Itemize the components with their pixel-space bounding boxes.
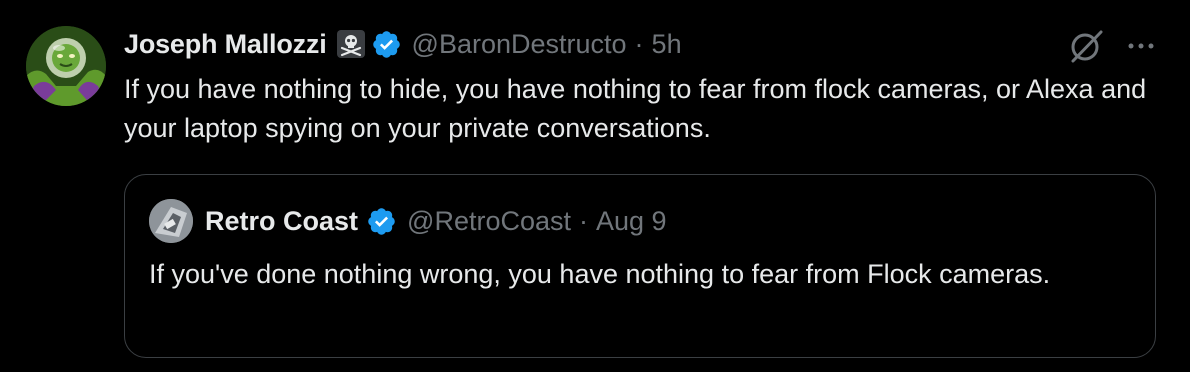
tweet-text: If you have nothing to hide, you have no… [124, 74, 1147, 143]
quoted-verified-badge-icon[interactable] [366, 206, 397, 237]
quoted-tweet-timestamp[interactable]: Aug 9 [596, 206, 667, 237]
tweet-header: Joseph Mallozzi @BaronDestructo · 5h [124, 24, 682, 64]
quoted-tweet-text: If you've done nothing wrong, you have n… [149, 259, 1051, 289]
author-handle[interactable]: @BaronDestructo [412, 29, 627, 60]
more-icon[interactable] [1124, 36, 1158, 56]
skull-crossbones-icon [336, 30, 365, 58]
quoted-author-avatar [149, 199, 193, 243]
separator-dot: · [634, 28, 644, 59]
quoted-tweet-header: Retro Coast @RetroCoast · Aug 9 [149, 199, 667, 243]
author-avatar[interactable] [26, 26, 106, 106]
quoted-tweet[interactable]: Retro Coast @RetroCoast · Aug 9 If you'v… [124, 174, 1156, 358]
author-display-name[interactable]: Joseph Mallozzi [124, 29, 327, 60]
grok-icon[interactable] [1067, 27, 1105, 65]
verified-badge-icon[interactable] [371, 29, 402, 60]
quoted-author-handle[interactable]: @RetroCoast [407, 206, 571, 237]
tweet-timestamp[interactable]: 5h [652, 29, 682, 60]
quoted-author-display-name[interactable]: Retro Coast [205, 206, 358, 237]
quoted-separator-dot: · [579, 205, 588, 236]
tweet[interactable]: Joseph Mallozzi @BaronDestructo · 5h If … [0, 0, 1190, 372]
